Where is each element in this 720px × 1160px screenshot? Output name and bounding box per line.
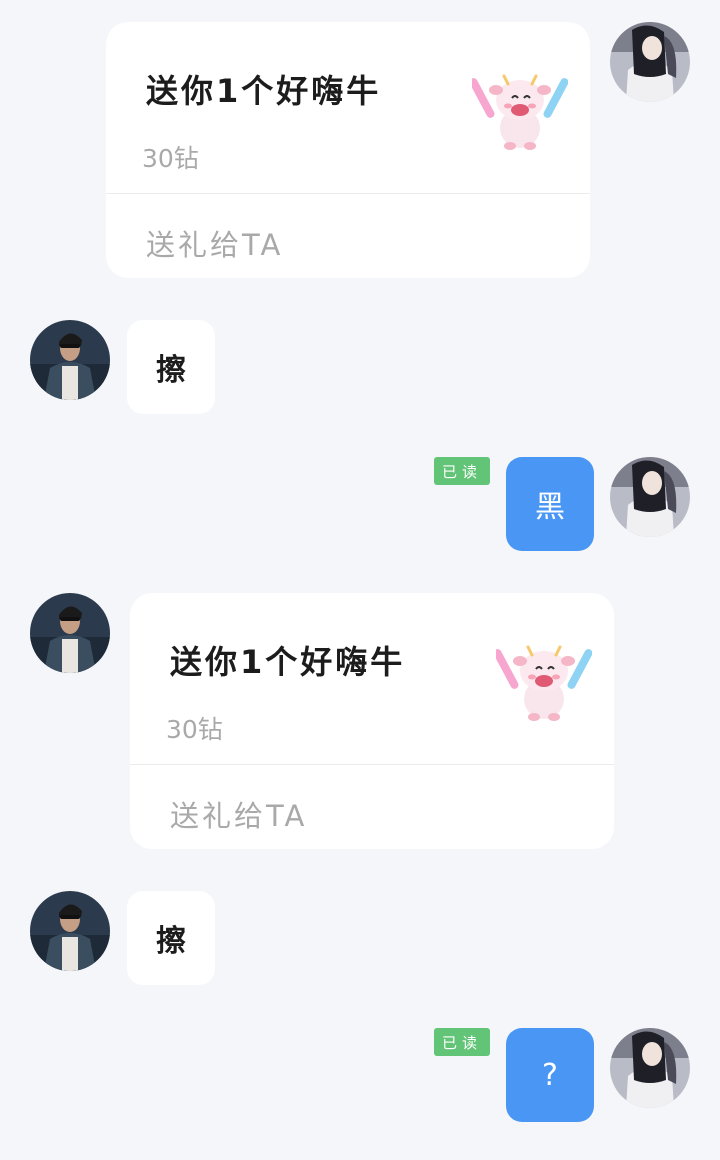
avatar-peer[interactable] [30, 593, 110, 673]
message-bubble-outgoing[interactable]: 黑 [506, 457, 594, 551]
avatar-self[interactable] [610, 457, 690, 537]
avatar-self[interactable] [610, 22, 690, 102]
gift-price: 30钻 [142, 144, 199, 173]
send-gift-link[interactable]: 送礼给TA [146, 222, 283, 264]
read-status-badge: 已读 [434, 1028, 490, 1056]
gift-price: 30钻 [166, 715, 223, 744]
read-status-badge: 已读 [434, 457, 490, 485]
gift-title: 送你1个好嗨牛 [146, 72, 382, 110]
message-bubble-incoming[interactable]: 擦 [127, 320, 215, 414]
gift-card[interactable]: 送你1个好嗨牛 30钻 送礼给TA [130, 593, 614, 849]
gift-card[interactable]: 送你1个好嗨牛 30钻 送礼给TA [106, 22, 590, 278]
avatar-self[interactable] [610, 1028, 690, 1108]
divider [130, 764, 614, 765]
divider [106, 193, 590, 194]
gift-title: 送你1个好嗨牛 [170, 643, 406, 681]
avatar-peer[interactable] [30, 320, 110, 400]
message-bubble-outgoing[interactable]: ? [506, 1028, 594, 1122]
send-gift-link[interactable]: 送礼给TA [170, 793, 307, 835]
cow-gift-icon [472, 62, 568, 158]
avatar-peer[interactable] [30, 891, 110, 971]
message-bubble-incoming[interactable]: 擦 [127, 891, 215, 985]
cow-gift-icon [496, 633, 592, 729]
